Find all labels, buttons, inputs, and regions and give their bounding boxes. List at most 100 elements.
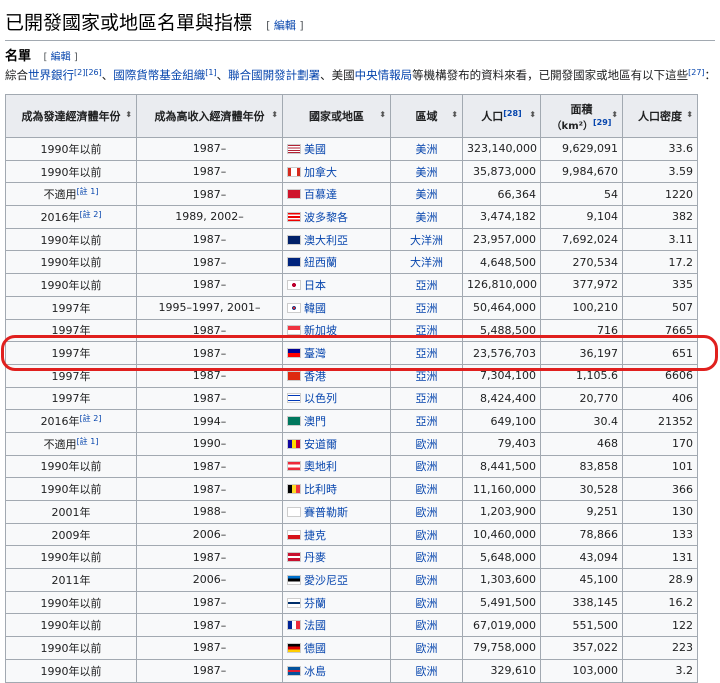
header-developed-year[interactable]: 成為發達經濟體年份 ⬍: [5, 94, 137, 138]
country-name[interactable]: 丹麥: [304, 551, 326, 564]
link-undp[interactable]: 聯合國開發計劃署: [228, 68, 320, 82]
country-name[interactable]: 韓國: [304, 302, 326, 315]
ref-world-bank[interactable]: [2][26]: [74, 68, 102, 77]
sort-icon[interactable]: ⬍: [379, 110, 386, 119]
header-region[interactable]: 區域 ⬍: [390, 94, 463, 138]
sort-icon[interactable]: ⬍: [125, 110, 132, 119]
cell-country[interactable]: 香港: [282, 363, 391, 388]
sort-icon[interactable]: ⬍: [611, 110, 618, 119]
cell-country[interactable]: 百慕達: [282, 182, 391, 207]
cell-country[interactable]: 芬蘭: [282, 590, 391, 615]
header-area[interactable]: 面積 （km²）[29] ⬍: [540, 94, 623, 138]
cell-region[interactable]: 美洲: [390, 137, 463, 161]
cell-region[interactable]: 歐洲: [390, 658, 463, 683]
cell-country[interactable]: 澳門: [282, 409, 391, 433]
cell-country[interactable]: 以色列: [282, 386, 391, 411]
country-name[interactable]: 日本: [304, 279, 326, 292]
header-population[interactable]: 人口[28] ⬍: [462, 94, 541, 138]
cell-region[interactable]: 歐洲: [390, 590, 463, 615]
cell-country[interactable]: 愛沙尼亞: [282, 568, 391, 592]
country-name[interactable]: 德國: [304, 642, 326, 655]
link-imf[interactable]: 國際貨幣基金組織: [113, 68, 205, 82]
cell-country[interactable]: 臺灣: [282, 341, 391, 365]
cell-region[interactable]: 歐洲: [390, 454, 463, 479]
cell-region[interactable]: 美洲: [390, 205, 463, 229]
cell-region[interactable]: 歐洲: [390, 500, 463, 524]
cell-country[interactable]: 比利時: [282, 477, 391, 501]
ref-imf[interactable]: [1]: [205, 68, 216, 77]
section-edit-link[interactable]: 編輯: [274, 19, 296, 32]
header-high-income-year[interactable]: 成為高收入經濟體年份 ⬍: [136, 94, 283, 138]
country-name[interactable]: 冰島: [304, 665, 326, 678]
country-name[interactable]: 澳門: [304, 415, 326, 428]
note-ref[interactable]: [註 1]: [77, 437, 99, 446]
cell-country[interactable]: 美國: [282, 137, 391, 161]
cell-region[interactable]: 亞洲: [390, 273, 463, 297]
cell-country[interactable]: 安道爾: [282, 431, 391, 456]
country-name[interactable]: 波多黎各: [304, 211, 348, 224]
cell-country[interactable]: 韓國: [282, 295, 391, 320]
country-name[interactable]: 美國: [304, 143, 326, 156]
country-name[interactable]: 奧地利: [304, 460, 337, 473]
country-name[interactable]: 捷克: [304, 529, 326, 542]
cell-country[interactable]: 奧地利: [282, 454, 391, 479]
cell-region[interactable]: 亞洲: [390, 409, 463, 433]
header-density[interactable]: 人口密度 ⬍: [622, 94, 698, 138]
country-name[interactable]: 比利時: [304, 483, 337, 496]
country-name[interactable]: 愛沙尼亞: [304, 574, 348, 587]
cell-region[interactable]: 亞洲: [390, 341, 463, 365]
cell-country[interactable]: 紐西蘭: [282, 250, 391, 275]
country-name[interactable]: 新加坡: [304, 324, 337, 337]
country-name[interactable]: 百慕達: [304, 188, 337, 201]
cell-region[interactable]: 亞洲: [390, 386, 463, 411]
cell-region[interactable]: 歐洲: [390, 477, 463, 501]
country-name[interactable]: 法國: [304, 619, 326, 632]
cell-country[interactable]: 日本: [282, 273, 391, 297]
link-world-bank[interactable]: 世界銀行: [28, 68, 74, 82]
cell-country[interactable]: 波多黎各: [282, 205, 391, 229]
cell-region[interactable]: 亞洲: [390, 363, 463, 388]
cell-region[interactable]: 歐洲: [390, 431, 463, 456]
ref-area[interactable]: [29]: [593, 118, 611, 127]
cell-country[interactable]: 捷克: [282, 522, 391, 547]
cell-country[interactable]: 法國: [282, 613, 391, 638]
cell-country[interactable]: 德國: [282, 636, 391, 660]
ref-list[interactable]: [27]: [688, 68, 704, 77]
cell-country[interactable]: 丹麥: [282, 545, 391, 570]
sort-icon[interactable]: ⬍: [451, 110, 458, 119]
country-name[interactable]: 臺灣: [304, 347, 326, 360]
cell-country[interactable]: 加拿大: [282, 159, 391, 184]
note-ref[interactable]: [註 2]: [80, 414, 102, 423]
note-ref[interactable]: [註 1]: [77, 187, 99, 196]
cell-country[interactable]: 新加坡: [282, 318, 391, 343]
sort-icon[interactable]: ⬍: [686, 110, 693, 119]
cell-region[interactable]: 美洲: [390, 182, 463, 207]
note-ref[interactable]: [註 2]: [80, 210, 102, 219]
cell-region[interactable]: 歐洲: [390, 636, 463, 660]
cell-region[interactable]: 亞洲: [390, 318, 463, 343]
cell-region[interactable]: 亞洲: [390, 295, 463, 320]
cell-country[interactable]: 賽普勒斯: [282, 500, 391, 524]
cell-country[interactable]: 澳大利亞: [282, 227, 391, 252]
cell-region[interactable]: 大洋洲: [390, 250, 463, 275]
cell-region[interactable]: 歐洲: [390, 613, 463, 638]
cell-region[interactable]: 美洲: [390, 159, 463, 184]
header-country[interactable]: 國家或地區 ⬍: [282, 94, 391, 138]
sort-icon[interactable]: ⬍: [529, 110, 536, 119]
cell-country[interactable]: 冰島: [282, 658, 391, 683]
country-name[interactable]: 澳大利亞: [304, 234, 348, 247]
subsection-edit-link[interactable]: 編輯: [51, 52, 71, 63]
cell-region[interactable]: 大洋洲: [390, 227, 463, 252]
country-name[interactable]: 香港: [304, 370, 326, 383]
country-name[interactable]: 加拿大: [304, 166, 337, 179]
link-cia[interactable]: 中央情報局: [355, 68, 413, 82]
cell-region[interactable]: 歐洲: [390, 568, 463, 592]
country-name[interactable]: 紐西蘭: [304, 256, 337, 269]
cell-region[interactable]: 歐洲: [390, 522, 463, 547]
ref-population[interactable]: [28]: [503, 109, 521, 118]
country-name[interactable]: 芬蘭: [304, 597, 326, 610]
cell-region[interactable]: 歐洲: [390, 545, 463, 570]
country-name[interactable]: 賽普勒斯: [304, 506, 348, 519]
country-name[interactable]: 以色列: [304, 392, 337, 405]
sort-icon[interactable]: ⬍: [271, 110, 278, 119]
